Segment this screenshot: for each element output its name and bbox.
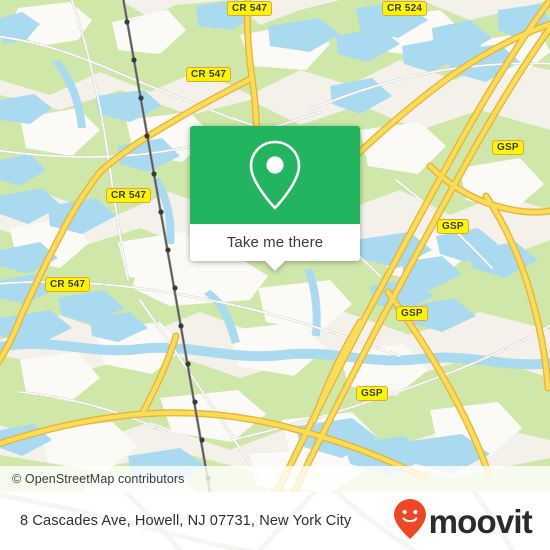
address-label: 8 Cascades Ave, Howell, NJ 07731, New Yo… [20,513,352,529]
road-shield: GSP [356,386,388,401]
moovit-wordmark: moovit [428,502,533,540]
osm-attribution-text[interactable]: © OpenStreetMap contributors [0,472,185,486]
moovit-brand[interactable]: moovit [393,498,550,545]
map-screenshot: CR 547 CR 524 CR 547 CR 547 CR 547 GSP G… [0,0,550,550]
road-shield: CR 547 [106,188,152,203]
footer-bar: 8 Cascades Ave, Howell, NJ 07731, New Yo… [0,492,550,550]
road-shield: CR 547 [186,67,232,82]
location-pin-icon [245,138,305,212]
road-shield: GSP [437,219,469,234]
map-attribution-bar: © OpenStreetMap contributors [0,466,550,492]
road-shield: GSP [396,306,428,321]
road-shield: CR 547 [45,277,91,292]
road-shield: CR 524 [382,1,428,16]
map-canvas[interactable]: CR 547 CR 524 CR 547 CR 547 CR 547 GSP G… [0,0,550,492]
moovit-smiley-pin-icon [393,498,427,545]
popup-footer[interactable]: Take me there [190,224,360,271]
popup-body [190,126,360,224]
road-shield: GSP [492,140,524,155]
popup-tail [265,261,285,271]
map-popup-card[interactable]: Take me there [190,126,360,271]
road-shield: CR 547 [227,1,273,16]
take-me-there-label: Take me there [226,234,324,251]
